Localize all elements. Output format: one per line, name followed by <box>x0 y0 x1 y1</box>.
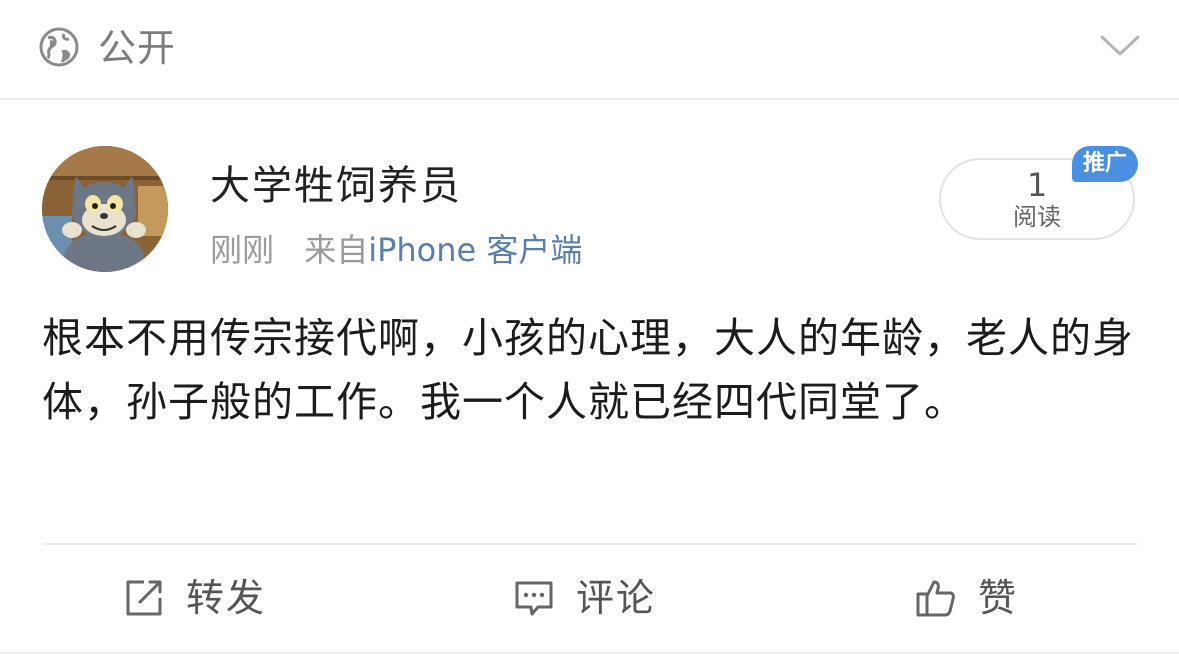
post-meta: 刚刚 来自iPhone 客户端 <box>210 228 582 272</box>
avatar[interactable] <box>42 146 168 272</box>
thumbs-up-icon <box>916 580 955 617</box>
author-name[interactable]: 大学牲饲养员 <box>210 160 462 212</box>
comment-button[interactable]: 评论 <box>512 568 656 628</box>
comment-icon <box>515 581 553 616</box>
read-label: 阅读 <box>1013 203 1061 231</box>
repost-label: 转发 <box>186 576 267 620</box>
comment-label: 评论 <box>576 576 657 620</box>
repost-icon <box>126 580 162 616</box>
chevron-down-icon[interactable] <box>1098 30 1142 60</box>
like-label: 赞 <box>978 576 1019 620</box>
visibility-selector[interactable]: 公开 <box>0 0 1179 100</box>
post-text: 根本不用传宗接代啊，小孩的心理，大人的年龄，老人的身体，孙子般的工作。我一个人就… <box>42 314 1134 426</box>
divider <box>42 543 1137 545</box>
visibility-label: 公开 <box>98 26 177 70</box>
globe-icon <box>39 27 79 67</box>
post-time: 刚刚 <box>210 231 275 269</box>
source-prefix: 来自 <box>304 231 369 269</box>
like-button[interactable]: 赞 <box>914 568 1018 628</box>
promo-badge[interactable]: 推广 <box>1072 146 1138 182</box>
source-link[interactable]: iPhone 客户端 <box>368 231 582 269</box>
repost-button[interactable]: 转发 <box>122 568 266 628</box>
post-card: 公开 大学牲饲养员 刚刚 来自iPhone 客户端 1 阅读 推广 根本不用传宗… <box>0 0 1179 654</box>
cartoon-cat-avatar-image <box>42 146 168 272</box>
